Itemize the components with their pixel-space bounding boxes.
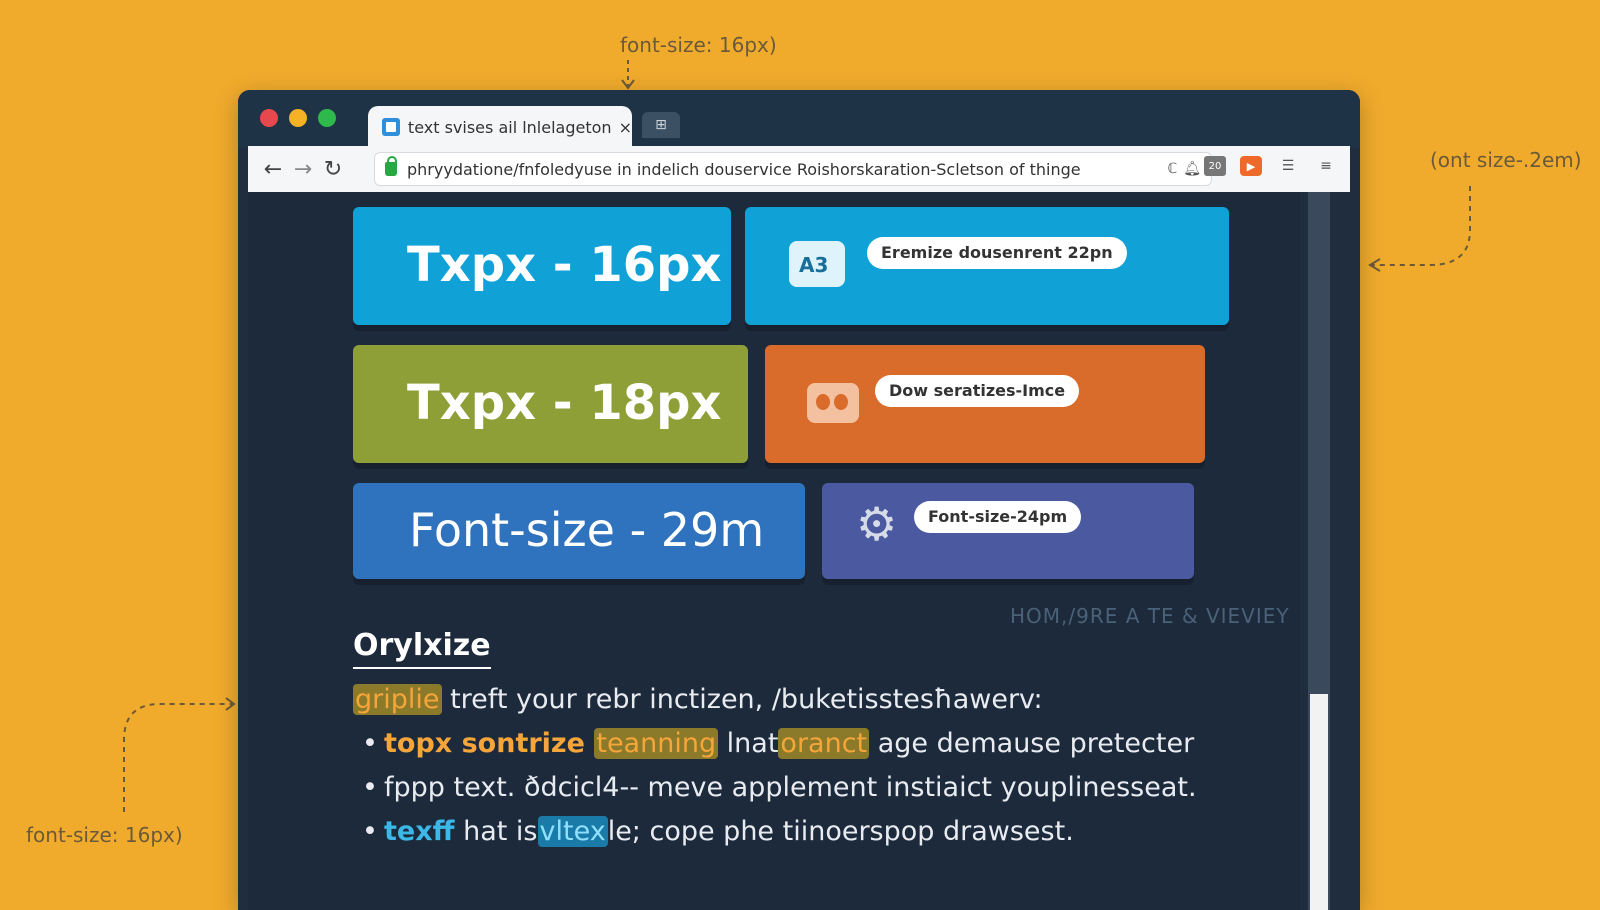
highlight-word: vltex bbox=[537, 816, 608, 847]
bullet: • bbox=[362, 772, 378, 803]
bullet: • bbox=[362, 816, 378, 847]
article-line-1: griplie treft your rebr inctizen, /buket… bbox=[353, 684, 1043, 715]
card-18px-label: Txpx - 18px bbox=[407, 375, 722, 431]
line-2-lead: topx sontrize bbox=[384, 728, 595, 759]
address-bar[interactable]: phryydatione/fnfoledyuse in indelich dou… bbox=[374, 152, 1212, 186]
tab-close-button[interactable]: × bbox=[619, 118, 632, 137]
browser-toolbar: ← → ↻ phryydatione/fnfoledyuse in indeli… bbox=[248, 146, 1350, 192]
article-line-4: • texff hat isvltexle; cope phe tiinoersp… bbox=[362, 816, 1074, 847]
address-url[interactable]: phryydatione/fnfoledyuse in indelich dou… bbox=[407, 160, 1161, 179]
close-window-button[interactable] bbox=[260, 109, 278, 127]
line-4-lead: texff bbox=[384, 816, 455, 847]
reload-button[interactable]: ↻ bbox=[318, 157, 348, 182]
card-24pm[interactable]: ⚙ Font-size-24pm bbox=[822, 483, 1194, 579]
reading-list-icon[interactable]: ☰ bbox=[1276, 154, 1300, 178]
chat-bubble-icon bbox=[807, 383, 859, 423]
play-icon[interactable]: ▶ bbox=[1240, 156, 1262, 176]
highlight-word: oranct bbox=[778, 728, 870, 759]
tab-title: text svises ail lnlelageton bbox=[407, 117, 611, 137]
card-22pn[interactable]: A3 Eremize dousenrent 22pn bbox=[745, 207, 1229, 325]
card-16px[interactable]: Txpx - 16px bbox=[353, 207, 731, 325]
line-3-text: fppp text. ðdcicl4-- meve applement inst… bbox=[384, 772, 1197, 803]
maximize-window-button[interactable] bbox=[318, 109, 336, 127]
card-29m-label: Font-size - 29m bbox=[409, 503, 765, 557]
card-18px[interactable]: Txpx - 18px bbox=[353, 345, 748, 463]
calendar-icon[interactable]: 20 bbox=[1204, 156, 1226, 176]
back-button[interactable]: ← bbox=[258, 157, 288, 182]
highlight-word: griplie bbox=[353, 684, 442, 715]
minimize-window-button[interactable] bbox=[289, 109, 307, 127]
card-24pm-pill: Font-size-24pm bbox=[914, 501, 1082, 533]
secure-lock-icon bbox=[385, 156, 397, 176]
vertical-scrollbar[interactable] bbox=[1308, 192, 1330, 910]
menu-icon[interactable]: ≡ bbox=[1314, 154, 1338, 178]
bullet: • bbox=[362, 728, 378, 759]
article-line-3: • fppp text. ðdcicl4-- meve applement ins… bbox=[362, 772, 1197, 803]
reader-icon[interactable]: ℂ bbox=[1167, 161, 1177, 177]
article-line-2: • topx sontrize teanning lnatoranct age d… bbox=[362, 728, 1194, 759]
browser-tab[interactable]: text svises ail lnlelageton × bbox=[368, 106, 632, 148]
card-16px-label: Txpx - 16px bbox=[407, 237, 722, 293]
line-4-tail: le; cope phe tiinoerspop drawsest. bbox=[607, 816, 1074, 847]
scrollbar-thumb[interactable] bbox=[1310, 694, 1328, 910]
card-imce[interactable]: Dow seratizes-Imce bbox=[765, 345, 1205, 463]
article-heading: Orylxize bbox=[353, 628, 491, 669]
watermark: HOM,/9RE A TE & VIEVIEY bbox=[1010, 604, 1290, 628]
gear-icon: ⚙ bbox=[856, 497, 898, 551]
annotation-left: font-size: 16px) bbox=[26, 823, 183, 847]
card-22pn-pill: Eremize dousenrent 22pn bbox=[867, 237, 1127, 269]
card-imce-pill: Dow seratizes-Imce bbox=[875, 375, 1080, 407]
text-size-icon: A3 bbox=[789, 241, 845, 287]
line-2-mid: lnat bbox=[718, 728, 779, 759]
line-4-mid: hat is bbox=[454, 816, 538, 847]
page-favicon-icon bbox=[382, 118, 400, 136]
annotation-top: font-size: 16px) bbox=[620, 33, 777, 57]
highlight-word: teanning bbox=[594, 728, 719, 759]
forward-button[interactable]: → bbox=[288, 157, 318, 182]
card-29m[interactable]: Font-size - 29m bbox=[353, 483, 805, 579]
toolbar-actions: 20 ▶ ☰ ≡ bbox=[1204, 154, 1338, 178]
annotation-right: (ont size-.2em) bbox=[1430, 148, 1582, 172]
title-bar: text svises ail lnlelageton × ⊞ bbox=[238, 90, 1360, 148]
new-tab-button[interactable]: ⊞ bbox=[642, 112, 680, 138]
line-2-tail: age demause pretecter bbox=[869, 728, 1195, 759]
bell-icon[interactable]: 🔔︎ bbox=[1183, 161, 1201, 177]
line-1-text: treft your rebr inctizen, /buketisstesħa… bbox=[441, 684, 1043, 715]
